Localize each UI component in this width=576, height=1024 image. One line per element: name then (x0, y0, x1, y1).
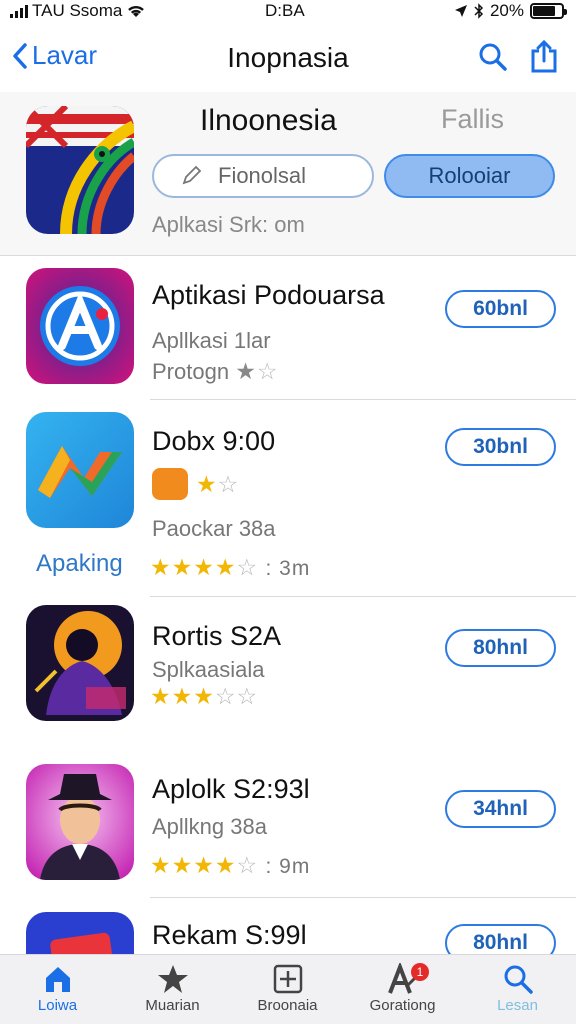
navigation-bar: Lavar Inopnasia (0, 30, 576, 86)
in-app-badges: ★☆ (152, 468, 239, 500)
featured-side-label[interactable]: Fallis (441, 104, 504, 135)
bluetooth-icon (474, 3, 484, 19)
tab-label: Loiwa (37, 997, 78, 1014)
list-item[interactable]: Aptikasi Podouarsa Apllkasi 1lar Protogn… (0, 256, 576, 400)
share-icon[interactable] (530, 40, 558, 74)
field-text: Fionolsal (218, 163, 307, 188)
rating-stars: ★★★☆☆ (150, 683, 259, 709)
get-button[interactable]: 34hnl (445, 790, 556, 828)
home-icon (45, 967, 70, 992)
battery-percent: 20% (489, 1, 524, 20)
primary-button[interactable]: Rolooiar (384, 154, 555, 198)
tab-search[interactable]: Lesan (460, 961, 575, 1014)
list-item[interactable]: Rekam S:99l 80hnl (0, 898, 576, 954)
location-icon (454, 5, 467, 17)
app-name: Aplolk S2:93l (152, 774, 310, 804)
featured-field[interactable]: Fionolsal (152, 154, 374, 198)
rating-stars: ★☆ (235, 358, 279, 384)
app-category: Paockar 38a (152, 516, 276, 541)
pencil-icon (182, 165, 202, 185)
rating-stars: ★★★★☆ : 9m (150, 852, 311, 878)
get-button[interactable]: 60bnl (445, 290, 556, 328)
get-button[interactable]: 30bnl (445, 428, 556, 466)
get-button[interactable]: 80hnl (445, 629, 556, 667)
tab-bar: Loiwa Muarian Broonaia 1 Gorationg Lesan (0, 954, 576, 1024)
plus-square-icon (273, 964, 302, 994)
star-icon (157, 965, 188, 993)
app-icon[interactable] (26, 412, 134, 528)
signal-icon (10, 4, 28, 18)
app-icon[interactable] (26, 268, 134, 384)
list-item[interactable]: Dobx 9:00 ★☆ Paockar 38a ★★★★☆ : 3m Apak… (0, 400, 576, 597)
featured-subtitle: Aplkasi Srk: om (152, 212, 305, 237)
featured-title: Ilnoonesia (200, 104, 337, 137)
app-icon[interactable] (26, 605, 134, 721)
featured-header: Ilnoonesia Fallis Fionolsal Rolooiar Apl… (0, 92, 576, 256)
app-name: Rortis S2A (152, 621, 282, 651)
get-button[interactable]: 80hnl (445, 924, 556, 954)
mini-rating: ★☆ (196, 470, 240, 497)
list-item[interactable]: Aplolk S2:93l Apllkng 38a ★★★★☆ : 9m 34h… (0, 752, 576, 898)
search-icon (504, 965, 533, 994)
tab-label: Gorationg (369, 997, 436, 1014)
app-name: Dobx 9:00 (152, 426, 276, 456)
carrier-label: TAU Ssoma (32, 1, 123, 20)
tab-label: Muarian (145, 997, 200, 1014)
wifi-icon (128, 5, 145, 17)
rating-meta: : 9m (265, 855, 311, 878)
search-icon[interactable] (478, 42, 508, 72)
rating-meta: : 3m (265, 557, 311, 580)
app-icon[interactable] (26, 912, 134, 954)
app-name: Aptikasi Podouarsa (152, 280, 385, 310)
app-extra-label: Apaking (36, 550, 123, 577)
featured-app-icon[interactable] (26, 106, 134, 234)
app-category: Apllkng 38a (152, 814, 267, 839)
app-category: Splkaasiala (152, 657, 265, 682)
app-meta-text: Protogn (152, 359, 230, 384)
app-meta: Protogn ★☆ (152, 358, 278, 385)
status-bar: TAU Ssoma D:BA 20% (0, 0, 576, 24)
battery-icon (530, 3, 567, 19)
app-icon[interactable] (26, 764, 134, 880)
status-time: D:BA (265, 1, 305, 20)
tab-label: Lesan (497, 997, 538, 1014)
notification-badge: 1 (411, 963, 429, 981)
tab-updates[interactable]: 1 Gorationg (345, 961, 460, 1014)
tab-home[interactable]: Loiwa (0, 961, 115, 1014)
tab-label: Broonaia (257, 997, 318, 1014)
emoji-badge-icon (152, 468, 188, 500)
app-name: Rekam S:99l (152, 920, 307, 950)
tab-categories[interactable]: Broonaia (230, 961, 345, 1014)
app-category: Apllkasi 1lar (152, 328, 271, 353)
tab-featured[interactable]: Muarian (115, 961, 230, 1014)
rating-stars: ★★★★☆ : 3m (150, 554, 311, 580)
list-item[interactable]: Rortis S2A Splkaasiala ★★★☆☆ 80hnl (0, 597, 576, 752)
